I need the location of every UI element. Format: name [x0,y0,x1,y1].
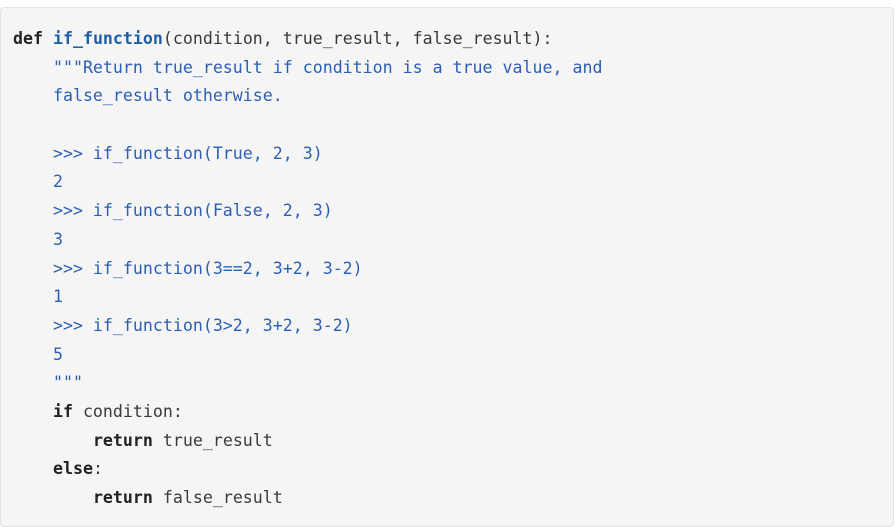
code-line: 2 [13,168,602,197]
doctest-prompt: >>> if_function(False, 2, 3) [52,201,333,221]
function-signature: (condition, true_result, false_result): [162,29,553,48]
docstring-text: """Return true_result if condition is a … [52,57,603,77]
code-line: >>> if_function(True, 2, 3) [13,140,602,169]
code-line: return true_result [92,430,273,450]
code-listing: def if_function(condition, true_result, … [13,25,602,513]
docstring-text: false_result otherwise. [52,86,283,106]
code-line: return false_result [92,488,283,507]
doctest-output: 3 [52,229,63,249]
keyword: return [92,488,153,507]
code-line: false_result otherwise. [13,82,602,111]
code-line: def if_function(condition, true_result, … [13,25,602,54]
code-line: 3 [13,226,602,255]
keyword: if [52,401,73,421]
code-line: >>> if_function(3==2, 3+2, 3-2) [13,255,602,284]
doctest-prompt: >>> if_function(3>2, 3+2, 3-2) [52,315,353,335]
doctest-output: 2 [52,172,63,192]
code-line: """ [13,369,602,398]
function-name: if_function [52,29,163,48]
code-line: >>> if_function(False, 2, 3) [13,197,602,226]
doctest-output: 1 [52,287,63,307]
doctest-output: 5 [52,344,63,364]
docstring-close: """ [52,373,83,393]
doctest-prompt: >>> if_function(3==2, 3+2, 3-2) [52,258,363,278]
keyword: def [13,29,43,48]
code-line: >>> if_function(3>2, 3+2, 3-2) [13,312,602,341]
code-line: 1 [13,283,602,312]
doctest-prompt: >>> if_function(True, 2, 3) [52,143,323,163]
code-line: if condition: [52,401,183,421]
keyword: else [52,459,93,479]
code-line: else: [52,459,103,479]
code-line: """Return true_result if condition is a … [13,54,602,83]
keyword: return [92,430,153,450]
code-block: def if_function(condition, true_result, … [0,7,894,527]
code-line: 5 [13,341,602,370]
